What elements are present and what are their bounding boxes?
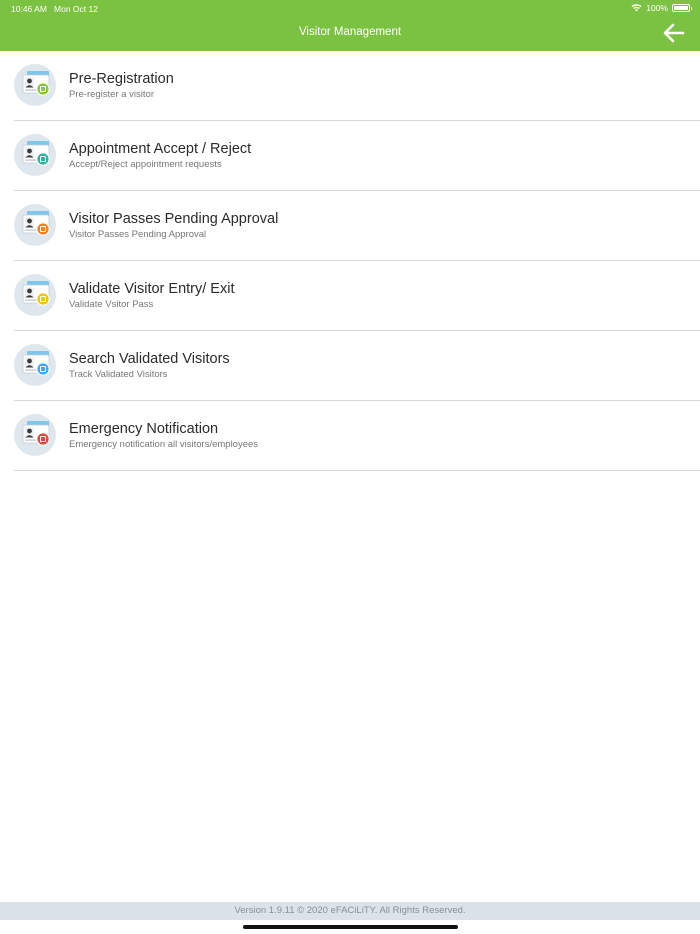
visitor-card-icon [14, 134, 56, 176]
menu-item-subtitle: Pre-register a visitor [69, 89, 154, 100]
menu-item-subtitle: Track Validated Visitors [69, 369, 168, 380]
status-right: 100% [631, 3, 692, 13]
menu-item-search-validated-visitors[interactable]: Search Validated Visitors Track Validate… [14, 331, 700, 401]
menu-item-subtitle: Validate Vsitor Pass [69, 299, 154, 310]
menu-item-title: Search Validated Visitors [69, 351, 230, 367]
menu-item-title: Pre-Registration [69, 71, 174, 87]
menu-item-title: Validate Visitor Entry/ Exit [69, 281, 235, 297]
menu-item-title: Visitor Passes Pending Approval [69, 211, 279, 227]
page-title: Visitor Management [298, 26, 402, 38]
visitor-card-icon [14, 204, 56, 246]
menu-item-appointment-accept-reject[interactable]: Appointment Accept / Reject Accept/Rejec… [14, 121, 700, 191]
home-indicator [243, 925, 458, 929]
screen: 10:46 AM Mon Oct 12 100% Visitor Managem… [0, 0, 700, 934]
visitor-card-icon [14, 64, 56, 106]
menu-item-subtitle: Accept/Reject appointment requests [69, 159, 222, 170]
status-time-date: 10:46 AM Mon Oct 12 [11, 4, 98, 14]
menu-item-title: Emergency Notification [69, 421, 219, 437]
battery-percent: 100% [646, 3, 668, 13]
menu-item-pre-registration[interactable]: Pre-Registration Pre-register a visitor [14, 51, 700, 121]
menu-item-subtitle: Emergency notification all visitors/empl… [69, 439, 259, 450]
wifi-icon [631, 4, 642, 12]
visitor-card-icon [14, 274, 56, 316]
battery-icon [672, 4, 692, 12]
footer-copyright: Version 1.9.11 © 2020 eFACiLiTY. All Rig… [0, 902, 700, 920]
arrow-left-icon [663, 23, 685, 43]
menu-item-title: Appointment Accept / Reject [69, 141, 252, 157]
visitor-card-icon [14, 344, 56, 386]
visitor-card-icon [14, 414, 56, 456]
menu-item-subtitle: Visitor Passes Pending Approval [69, 229, 207, 240]
back-button[interactable] [662, 22, 686, 44]
menu-item-passes-pending-approval[interactable]: Visitor Passes Pending Approval Visitor … [14, 191, 700, 261]
menu-list: Pre-Registration Pre-register a visitor … [0, 51, 700, 471]
menu-item-validate-entry-exit[interactable]: Validate Visitor Entry/ Exit Validate Vs… [14, 261, 700, 331]
menu-item-emergency-notification[interactable]: Emergency Notification Emergency notific… [14, 401, 700, 471]
app-header: 10:46 AM Mon Oct 12 100% Visitor Managem… [0, 0, 700, 51]
